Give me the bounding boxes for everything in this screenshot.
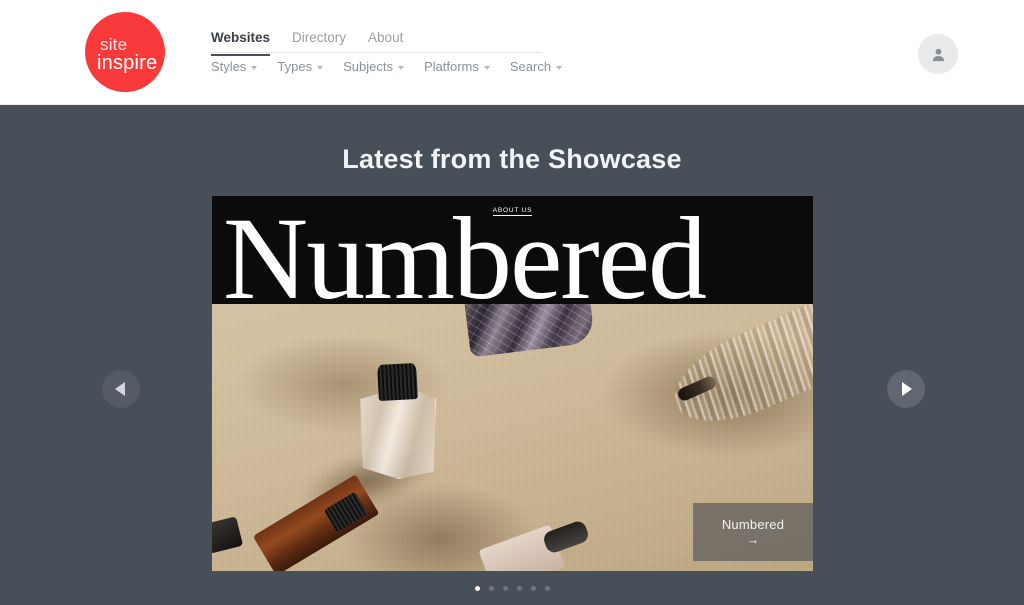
nav-dropdown-search[interactable]: Search <box>509 59 563 74</box>
nav-dropdown-styles-label: Styles <box>211 59 247 74</box>
slide-hero-word: Numbered <box>223 196 707 310</box>
nav-dropdown-subjects[interactable]: Subjects <box>343 60 404 73</box>
user-avatar-icon <box>932 48 944 61</box>
nav-dropdown-platforms-label: Platforms <box>423 59 479 74</box>
carousel-prev-button[interactable] <box>102 370 140 408</box>
page-title: Latest from the Showcase <box>342 144 682 174</box>
nav-item-directory[interactable]: Directory <box>292 31 346 54</box>
logo-text-site: site <box>100 35 128 54</box>
showcase-section: Latest from the Showcase ABOUT US Number… <box>0 105 1024 605</box>
nav-item-about[interactable]: About <box>368 31 403 54</box>
nav-divider <box>211 52 542 53</box>
pagination-dot-5[interactable] <box>530 586 536 591</box>
chevron-down-icon <box>251 65 258 70</box>
nav-dropdown-subjects-label: Subjects <box>343 59 393 74</box>
slide-caption-label: Numbered → <box>721 517 785 547</box>
carousel-pagination <box>0 586 1024 591</box>
nav-dropdown-types[interactable]: Types <box>277 59 324 74</box>
pagination-dot-6[interactable] <box>544 586 550 591</box>
site-header: site inspire Websites Directory About St… <box>0 0 1024 105</box>
pagination-dot-1[interactable] <box>474 586 480 591</box>
chevron-left-icon <box>115 382 125 396</box>
nav-dropdown-platforms[interactable]: Platforms <box>424 60 490 73</box>
showcase-slide[interactable]: ABOUT US Numbered Numbered → <box>212 196 813 571</box>
photo-square-bottle <box>358 363 436 479</box>
slide-hero-banner: ABOUT US Numbered <box>212 196 813 309</box>
pagination-dot-4[interactable] <box>516 586 522 591</box>
photo-bottle-cap <box>377 363 418 401</box>
slide-caption[interactable]: Numbered → <box>693 503 813 561</box>
pagination-dot-3[interactable] <box>502 586 508 591</box>
logo-text-inspire: inspire <box>97 52 158 74</box>
nav-dropdown-styles[interactable]: Styles <box>211 59 258 74</box>
secondary-navigation: Styles Types Subjects Platforms Search <box>211 59 563 74</box>
user-avatar-button[interactable] <box>918 34 958 74</box>
site-logo[interactable]: site inspire <box>85 12 165 92</box>
chevron-down-icon <box>556 65 563 70</box>
nav-dropdown-types-label: Types <box>277 59 313 74</box>
chevron-down-icon <box>317 65 324 70</box>
chevron-right-icon <box>902 382 912 396</box>
chevron-down-icon <box>483 65 490 70</box>
chevron-down-icon <box>397 65 404 70</box>
pagination-dot-2[interactable] <box>488 586 494 591</box>
nav-dropdown-search-label: Search <box>509 59 552 74</box>
carousel-next-button[interactable] <box>887 370 925 408</box>
